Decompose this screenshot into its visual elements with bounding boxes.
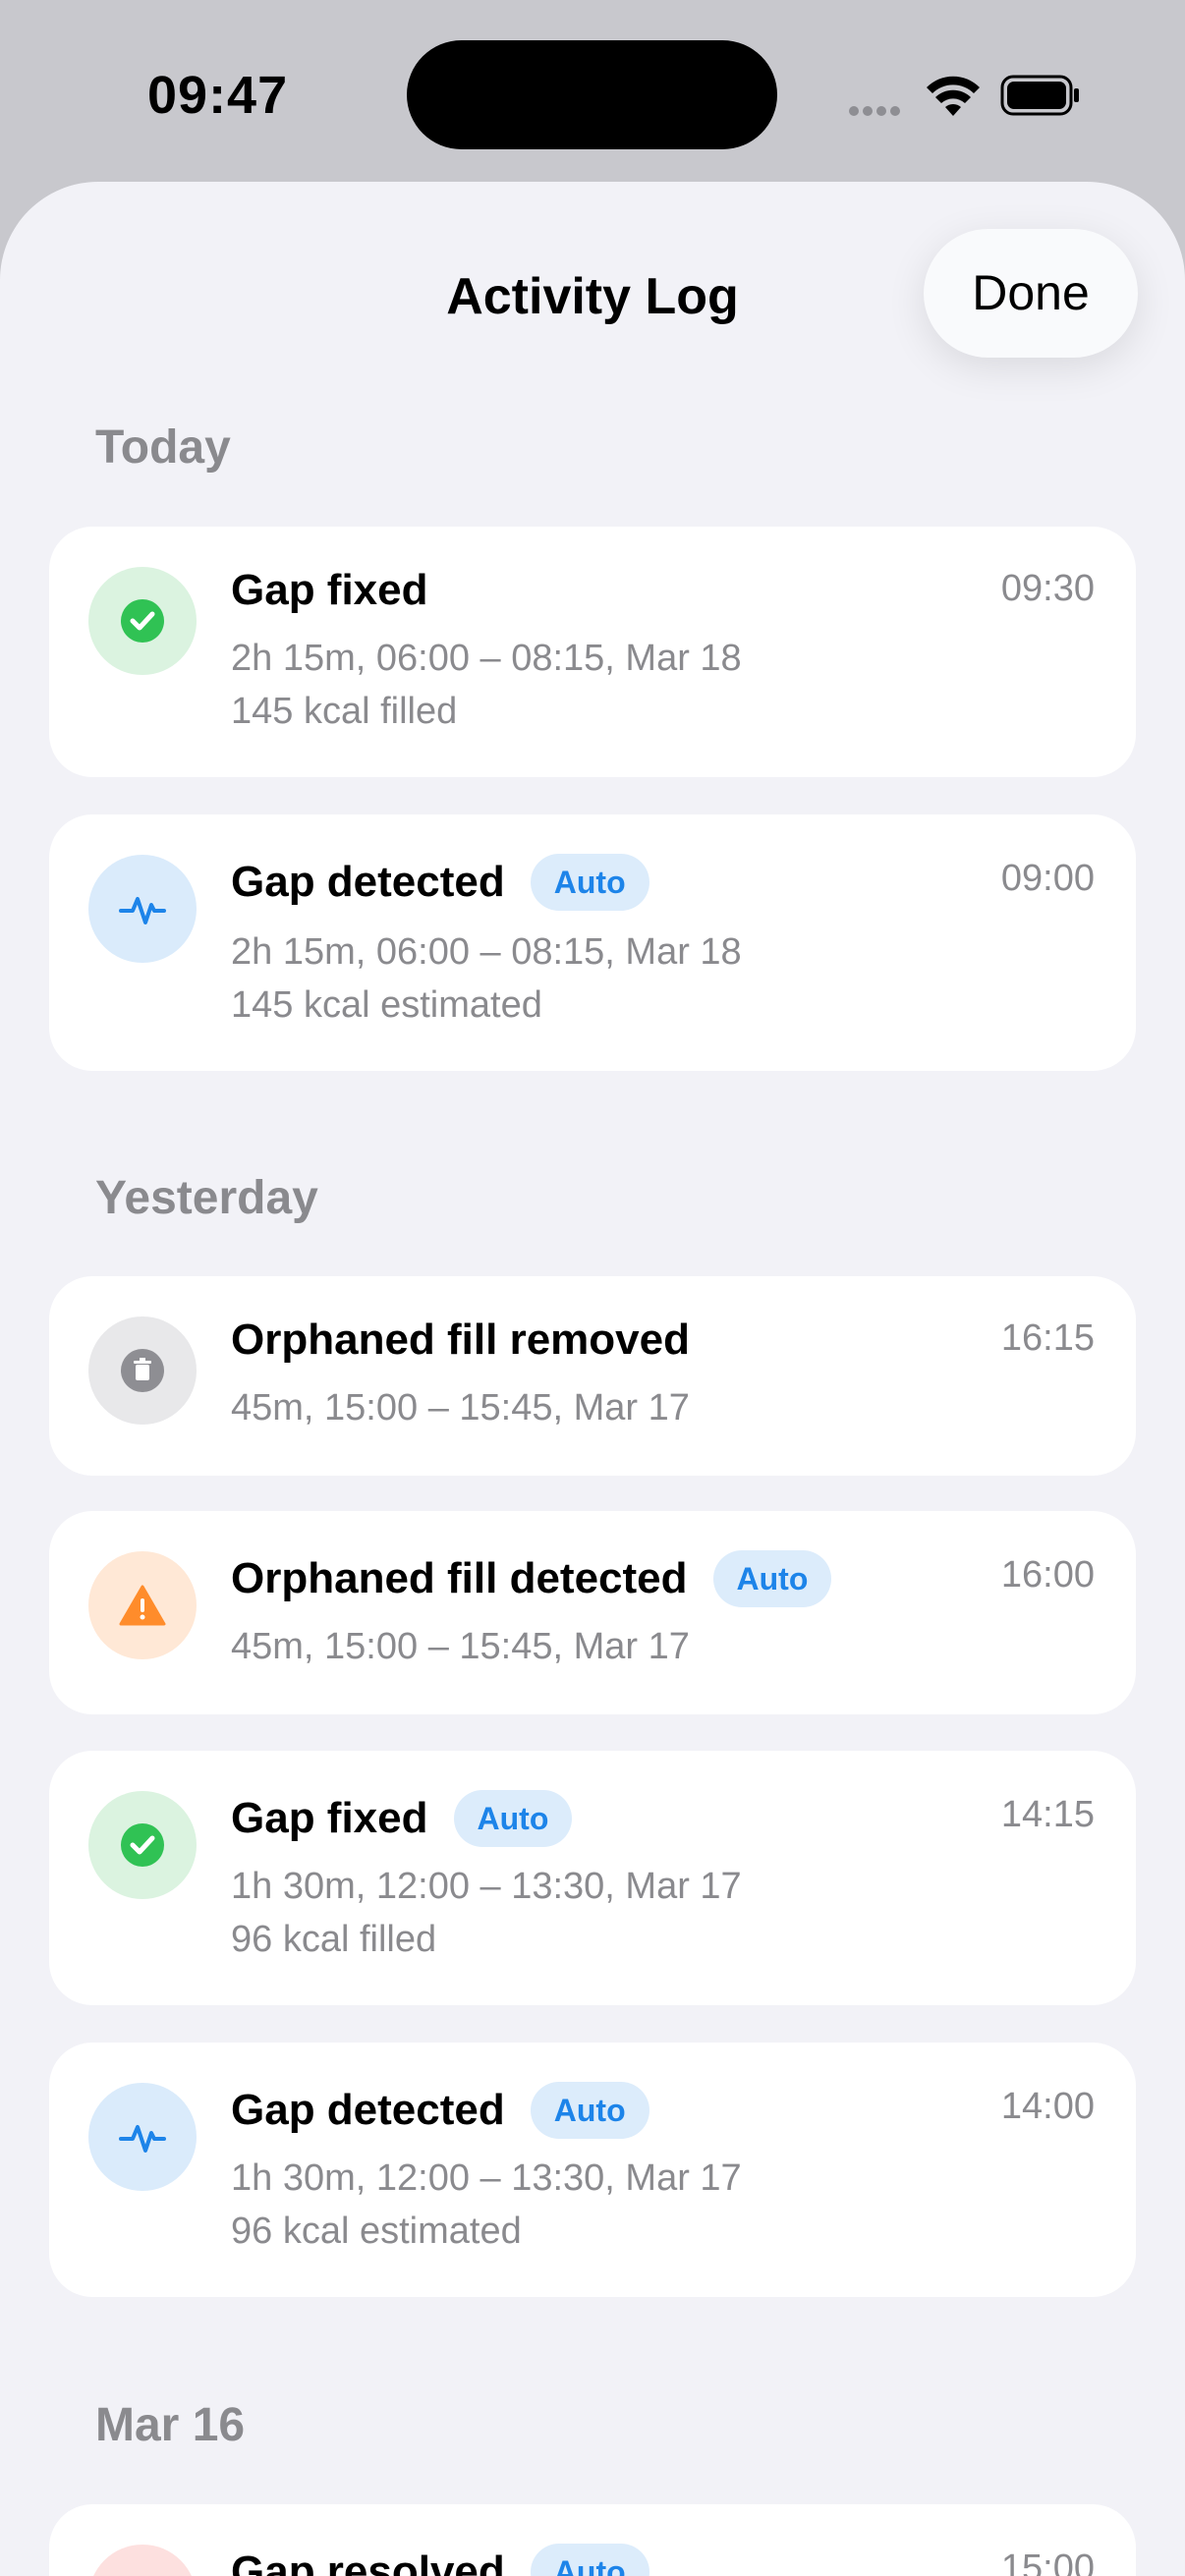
entry-time: 16:00 — [1000, 1554, 1095, 1596]
entry-title: Gap detected Auto — [231, 854, 649, 911]
battery-icon — [1000, 75, 1079, 116]
section-header-yesterday: Yesterday — [95, 1172, 318, 1224]
log-entry[interactable]: Gap resolved Auto 15:00 — [49, 2504, 1136, 2576]
checkmark-circle-icon — [88, 1791, 197, 1899]
done-button[interactable]: Done — [924, 229, 1138, 358]
entry-energy: 96 kcal estimated — [231, 2211, 522, 2252]
entry-detail: 45m, 15:00 – 15:45, Mar 17 — [231, 1387, 690, 1428]
screen: 09:47 Activity Log Done Today Gap fixed … — [0, 0, 1185, 2576]
checkmark-circle-icon — [88, 567, 197, 675]
entry-title: Gap resolved Auto — [231, 2544, 649, 2576]
auto-badge: Auto — [530, 2544, 649, 2576]
log-entry[interactable]: Orphaned fill detected Auto 45m, 15:00 – … — [49, 1511, 1136, 1714]
section-header-today: Today — [95, 421, 231, 474]
entry-detail: 45m, 15:00 – 15:45, Mar 17 — [231, 1626, 690, 1667]
entry-title: Gap fixed — [231, 566, 428, 614]
auto-badge: Auto — [530, 2082, 649, 2139]
entry-time: 09:30 — [1000, 568, 1095, 609]
entry-time: 15:00 — [1000, 2548, 1095, 2576]
heartbeat-icon — [88, 2083, 197, 2191]
warning-icon — [88, 1551, 197, 1659]
entry-energy: 145 kcal estimated — [231, 984, 542, 1026]
entry-detail: 2h 15m, 06:00 – 08:15, Mar 18 — [231, 931, 742, 973]
entry-time: 16:15 — [1000, 1317, 1095, 1359]
entry-time: 09:00 — [1000, 858, 1095, 899]
section-header-mar-16: Mar 16 — [95, 2399, 246, 2451]
auto-badge: Auto — [530, 854, 649, 911]
heartbeat-icon — [88, 855, 197, 963]
log-entry[interactable]: Orphaned fill removed 45m, 15:00 – 15:45… — [49, 1276, 1136, 1476]
log-entry[interactable]: Gap detected Auto 1h 30m, 12:00 – 13:30, … — [49, 2043, 1136, 2297]
trash-icon — [88, 1316, 197, 1425]
entry-detail: 1h 30m, 12:00 – 13:30, Mar 17 — [231, 2157, 742, 2199]
cellular-signal-icon — [849, 103, 904, 121]
entry-title: Gap detected Auto — [231, 2082, 649, 2139]
resolved-icon — [88, 2545, 197, 2576]
entry-time: 14:00 — [1000, 2086, 1095, 2127]
entry-title: Orphaned fill removed — [231, 1316, 690, 1364]
entry-energy: 145 kcal filled — [231, 691, 458, 732]
dynamic-island — [407, 40, 777, 149]
entry-detail: 2h 15m, 06:00 – 08:15, Mar 18 — [231, 638, 742, 679]
entry-time: 14:15 — [1000, 1794, 1095, 1835]
wifi-icon — [927, 76, 980, 116]
auto-badge: Auto — [712, 1550, 832, 1607]
log-entry[interactable]: Gap fixed 2h 15m, 06:00 – 08:15, Mar 18 … — [49, 527, 1136, 777]
auto-badge: Auto — [453, 1790, 573, 1847]
log-entry[interactable]: Gap detected Auto 2h 15m, 06:00 – 08:15, … — [49, 814, 1136, 1071]
entry-title: Gap fixed Auto — [231, 1790, 573, 1847]
status-time: 09:47 — [147, 66, 289, 125]
entry-title: Orphaned fill detected Auto — [231, 1550, 832, 1607]
log-entry[interactable]: Gap fixed Auto 1h 30m, 12:00 – 13:30, Mar… — [49, 1751, 1136, 2005]
entry-energy: 96 kcal filled — [231, 1919, 437, 1960]
entry-detail: 1h 30m, 12:00 – 13:30, Mar 17 — [231, 1866, 742, 1907]
